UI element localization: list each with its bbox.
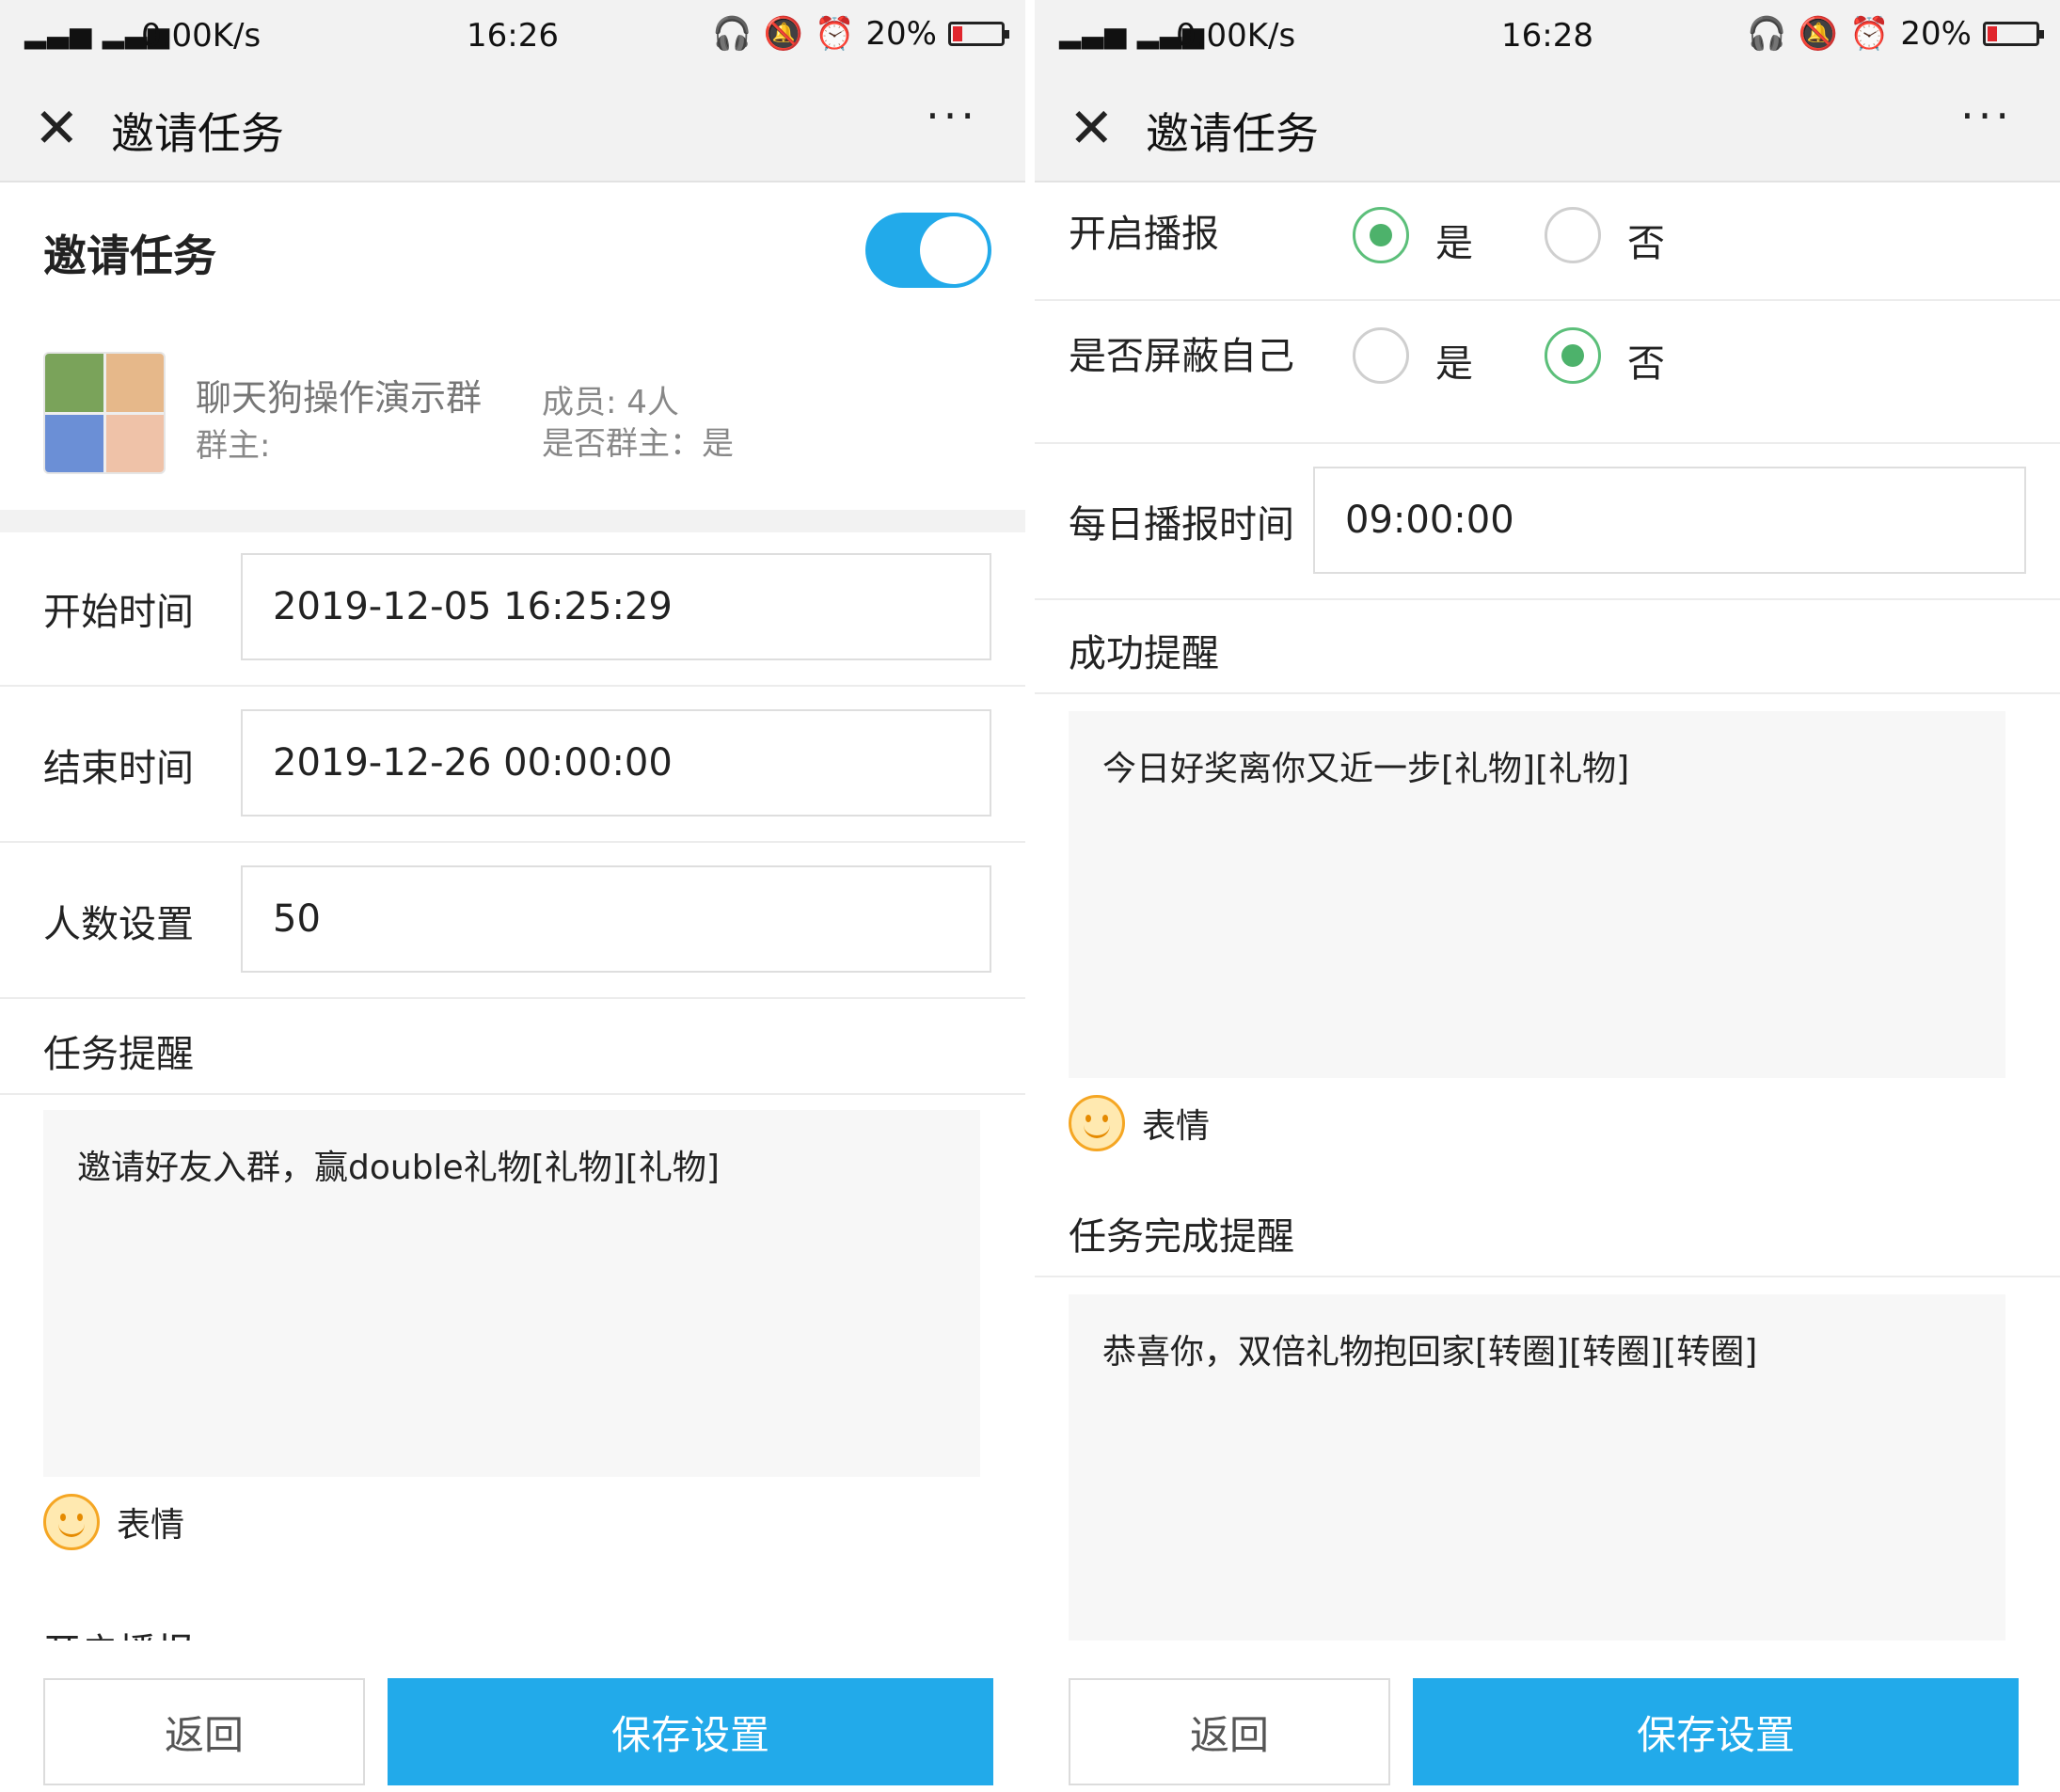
task-reminder-row: 任务提醒	[0, 1001, 1025, 1095]
mute-icon: 🔕	[763, 15, 804, 53]
group-avatar	[43, 352, 166, 474]
people-input[interactable]	[241, 865, 991, 973]
headset-icon: 🎧	[1747, 15, 1787, 53]
save-button[interactable]: 保存设置	[388, 1678, 993, 1785]
group-name: 聊天狗操作演示群	[196, 377, 483, 419]
emoji-label: 表情	[1142, 1107, 1211, 1146]
status-bar: ▂▃▅ ▂▃▅ 0.00K/s 16:28 🎧 🔕 ⏰ 20%	[1035, 0, 2060, 73]
end-time-label: 结束时间	[43, 747, 194, 790]
group-is-owner: 是否群主：是	[542, 425, 734, 463]
bottom-bar: 返回 保存设置	[0, 1641, 1025, 1792]
status-right: 🎧 🔕 ⏰ 20%	[712, 15, 1009, 53]
more-icon[interactable]: ···	[926, 90, 978, 141]
nav-bar: ✕ 邀请任务 ···	[0, 73, 1025, 182]
people-label: 人数设置	[43, 903, 194, 946]
form-content: 邀请任务 聊天狗操作演示群 群主: 成员: 4人 是否群主：是 开始时间 结束时…	[0, 184, 1025, 1641]
page-title: 邀请任务	[1146, 108, 1319, 159]
success-reminder-label: 成功提醒	[1069, 632, 1219, 675]
group-card: 聊天狗操作演示群 群主: 成员: 4人 是否群主：是	[43, 352, 984, 484]
headset-icon: 🎧	[712, 15, 753, 53]
broadcast-no-label: 否	[1627, 222, 1665, 265]
nav-bar: ✕ 邀请任务 ···	[1035, 73, 2060, 182]
complete-reminder-textarea[interactable]: 恭喜你，双倍礼物抱回家[转圈][转圈][转圈]	[1069, 1294, 2005, 1641]
status-bar: ▂▃▅ ▂▃▅ 0.00K/s 16:26 🎧 🔕 ⏰ 20%	[0, 0, 1025, 73]
close-icon[interactable]: ✕	[1069, 100, 1125, 156]
emoji-button[interactable]: 表情	[43, 1494, 184, 1550]
complete-reminder-row: 任务完成提醒	[1035, 1183, 2060, 1277]
daily-time-row: 每日播报时间	[1035, 444, 2060, 600]
battery-percent: 20%	[865, 15, 937, 53]
daily-time-input[interactable]	[1313, 467, 2026, 574]
hide-self-no-radio[interactable]	[1545, 327, 1601, 384]
group-members: 成员: 4人	[542, 384, 679, 421]
emoji-button[interactable]: 表情	[1069, 1095, 1210, 1151]
save-button[interactable]: 保存设置	[1413, 1678, 2019, 1785]
alarm-icon: ⏰	[815, 15, 855, 53]
battery-percent: 20%	[1900, 15, 1972, 53]
broadcast-row: 开启播报 是 否	[1035, 184, 2060, 301]
section-title: 邀请任务	[43, 230, 216, 281]
toggle-knob	[920, 216, 988, 284]
broadcast-label: 开启播报	[1069, 213, 1219, 256]
emoji-label: 表情	[117, 1506, 185, 1545]
back-button[interactable]: 返回	[1069, 1678, 1390, 1785]
close-icon[interactable]: ✕	[34, 100, 90, 156]
hide-self-row: 是否屏蔽自己 是 否	[1035, 301, 2060, 444]
hide-self-label: 是否屏蔽自己	[1069, 335, 1294, 378]
form-content: 开启播报 是 否 是否屏蔽自己 是 否 每日播报时间 成功提醒 今日好奖离你又近…	[1035, 184, 2060, 1641]
left-screen: ▂▃▅ ▂▃▅ 0.00K/s 16:26 🎧 🔕 ⏰ 20% ✕ 邀请任务 ·…	[0, 0, 1025, 1792]
more-icon[interactable]: ···	[1960, 90, 2013, 141]
status-right: 🎧 🔕 ⏰ 20%	[1747, 15, 2044, 53]
smiley-icon	[1069, 1095, 1125, 1151]
bottom-bar: 返回 保存设置	[1035, 1641, 2060, 1792]
broadcast-yes-radio[interactable]	[1353, 207, 1409, 263]
start-time-label: 开始时间	[43, 591, 194, 634]
success-reminder-row: 成功提醒	[1035, 600, 2060, 694]
task-reminder-label: 任务提醒	[43, 1033, 194, 1076]
page-title: 邀请任务	[111, 108, 284, 159]
back-button[interactable]: 返回	[43, 1678, 365, 1785]
end-time-row: 结束时间	[0, 689, 1025, 843]
start-time-input[interactable]	[241, 553, 991, 660]
hide-self-yes-radio[interactable]	[1353, 327, 1409, 384]
complete-reminder-label: 任务完成提醒	[1069, 1215, 1294, 1259]
start-time-row: 开始时间	[0, 532, 1025, 687]
task-toggle[interactable]	[865, 213, 991, 288]
battery-icon	[1983, 22, 2044, 46]
hide-self-no-label: 否	[1627, 342, 1665, 386]
hide-self-yes-label: 是	[1435, 342, 1473, 386]
broadcast-yes-label: 是	[1435, 222, 1473, 265]
divider-band	[0, 510, 1025, 532]
people-row: 人数设置	[0, 845, 1025, 999]
mute-icon: 🔕	[1798, 15, 1839, 53]
group-owner: 群主:	[196, 427, 271, 465]
smiley-icon	[43, 1494, 100, 1550]
alarm-icon: ⏰	[1849, 15, 1890, 53]
right-screen: ▂▃▅ ▂▃▅ 0.00K/s 16:28 🎧 🔕 ⏰ 20% ✕ 邀请任务 ·…	[1035, 0, 2060, 1792]
daily-time-label: 每日播报时间	[1069, 503, 1294, 547]
end-time-input[interactable]	[241, 709, 991, 817]
success-reminder-textarea[interactable]: 今日好奖离你又近一步[礼物][礼物]	[1069, 711, 2005, 1078]
battery-icon	[948, 22, 1009, 46]
task-reminder-textarea[interactable]: 邀请好友入群，赢double礼物[礼物][礼物]	[43, 1110, 980, 1477]
broadcast-label-peek: 开启播报	[43, 1622, 194, 1641]
broadcast-no-radio[interactable]	[1545, 207, 1601, 263]
